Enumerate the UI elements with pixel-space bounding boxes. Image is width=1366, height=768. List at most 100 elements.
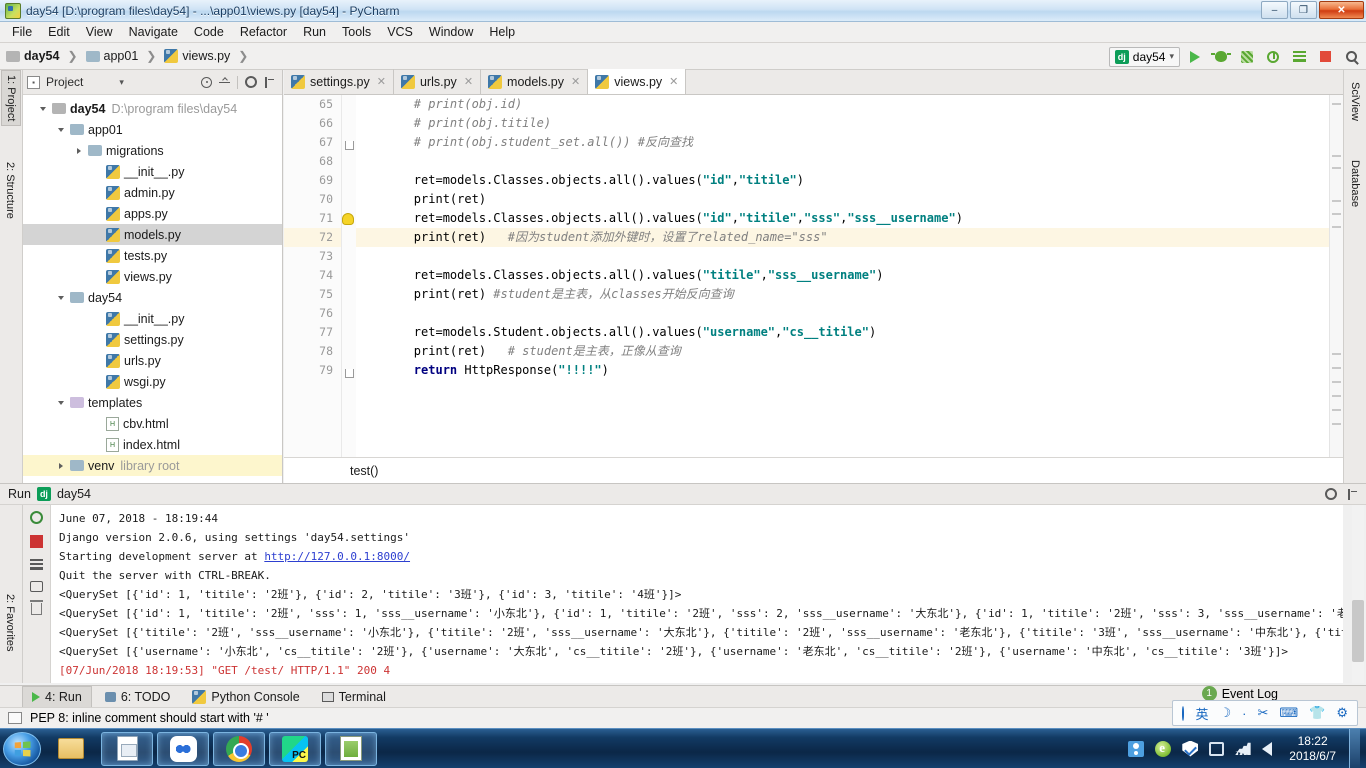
bottom-tab-4run[interactable]: 4: Run	[22, 685, 92, 708]
tree-item-appspy[interactable]: apps.py	[23, 203, 282, 224]
menu-vcs[interactable]: VCS	[379, 23, 421, 41]
ime-moon-icon[interactable]: ☽	[1219, 705, 1231, 721]
ime-toolbar[interactable]: 英 ☽ · ✂ ⌨ 👕 ⚙	[1172, 700, 1358, 726]
menu-help[interactable]: Help	[481, 23, 523, 41]
tree-item-initpy[interactable]: __init__.py	[23, 308, 282, 329]
ime-dot-icon[interactable]: ·	[1242, 706, 1246, 721]
menu-file[interactable]: File	[4, 23, 40, 41]
ie-icon[interactable]	[1155, 740, 1172, 757]
hide-icon[interactable]	[264, 76, 275, 88]
menu-refactor[interactable]: Refactor	[232, 23, 295, 41]
tree-item-cbvhtml[interactable]: Hcbv.html	[23, 413, 282, 434]
ime-skin-icon[interactable]: 👕	[1309, 705, 1325, 721]
rerun-icon[interactable]	[30, 511, 43, 524]
close-icon[interactable]: ✕	[669, 75, 678, 88]
tree-item-indexhtml[interactable]: Hindex.html	[23, 434, 282, 455]
tree-item-app01[interactable]: app01	[23, 119, 282, 140]
target-icon[interactable]	[201, 76, 212, 88]
menu-run[interactable]: Run	[295, 23, 334, 41]
chevron-right-icon[interactable]	[76, 147, 81, 154]
code-line[interactable]: # print(obj.id)	[356, 95, 1343, 114]
tree-item-wsgipy[interactable]: wsgi.py	[23, 371, 282, 392]
code-line[interactable]: print(ret) #因为student添加外键时，设置了related_na…	[356, 228, 1343, 247]
close-icon[interactable]: ✕	[464, 75, 473, 88]
sidebar-tab-database[interactable]: Database	[1346, 156, 1364, 211]
shield-icon[interactable]	[1182, 740, 1199, 757]
tree-item-urlspy[interactable]: urls.py	[23, 350, 282, 371]
tree-item-day54[interactable]: day54 D:\program files\day54	[23, 98, 282, 119]
breadcrumb-item-app01[interactable]: app01	[104, 49, 139, 63]
taskbar-document[interactable]	[101, 731, 153, 766]
tree-item-migrations[interactable]: migrations	[23, 140, 282, 161]
debug-button[interactable]	[1210, 46, 1232, 68]
breadcrumb-item-day54[interactable]: day54	[24, 49, 59, 63]
taskbar-chrome[interactable]	[213, 731, 265, 766]
taskbar-pycharm[interactable]	[269, 731, 321, 766]
editor-tab-viewspy[interactable]: views.py ✕	[588, 69, 687, 94]
code-line[interactable]: ret=models.Student.objects.all().values(…	[356, 323, 1343, 342]
ime-keyboard-icon[interactable]: ⌨	[1279, 705, 1298, 721]
run-console-output[interactable]: June 07, 2018 - 18:19:44 Django version 2…	[51, 505, 1343, 683]
soft-wrap-icon[interactable]	[30, 559, 43, 570]
intention-bulb-icon[interactable]	[342, 213, 354, 225]
chevron-down-icon[interactable]	[57, 127, 64, 132]
bottom-tab-pythonconsole[interactable]: Python Console	[183, 687, 308, 707]
chevron-right-icon[interactable]	[58, 462, 63, 469]
minimize-button[interactable]: –	[1261, 1, 1288, 19]
tree-item-testspy[interactable]: tests.py	[23, 245, 282, 266]
tree-item-settingspy[interactable]: settings.py	[23, 329, 282, 350]
profile-button[interactable]	[1262, 46, 1284, 68]
show-desktop-button[interactable]	[1349, 728, 1360, 768]
editor-tab-settingspy[interactable]: settings.py ✕	[284, 69, 394, 94]
chevron-down-icon[interactable]	[39, 106, 46, 111]
run-button[interactable]	[1184, 46, 1206, 68]
stop-button[interactable]	[1314, 46, 1336, 68]
tree-item-venv[interactable]: venv library root	[23, 455, 282, 476]
fold-marker-icon[interactable]	[345, 369, 354, 378]
code-line[interactable]: ret=models.Classes.objects.all().values(…	[356, 209, 1343, 228]
code-line[interactable]: print(ret) #student是主表，从classes开始反向查询	[356, 285, 1343, 304]
ime-scissors-icon[interactable]: ✂	[1257, 705, 1268, 721]
fold-marker-icon[interactable]	[345, 141, 354, 150]
event-log-button[interactable]: 1 Event Log	[1201, 686, 1278, 701]
volume-icon[interactable]	[1262, 741, 1273, 756]
breadcrumb-item-viewspy[interactable]: views.py	[182, 49, 230, 63]
close-button[interactable]: ✕	[1319, 1, 1364, 19]
print-icon[interactable]	[30, 581, 43, 592]
bottom-tab-terminal[interactable]: Terminal	[313, 687, 395, 707]
taskbar-notepadpp[interactable]	[325, 731, 377, 766]
code-line[interactable]	[356, 304, 1343, 323]
coverage-button[interactable]	[1236, 46, 1258, 68]
sidebar-tab-project[interactable]: 1: Project	[1, 70, 21, 127]
tree-item-templates[interactable]: templates	[23, 392, 282, 413]
sidebar-tab-favorites[interactable]: 2: Favorites	[1, 590, 19, 655]
close-icon[interactable]: ✕	[571, 75, 580, 88]
user-icon[interactable]	[1128, 740, 1145, 757]
menu-window[interactable]: Window	[421, 23, 481, 41]
chevron-down-icon[interactable]: ▾	[119, 77, 124, 88]
bottom-tab-6todo[interactable]: 6: TODO	[96, 687, 180, 707]
taskbar-netdisk[interactable]	[157, 731, 209, 766]
close-icon[interactable]: ✕	[377, 75, 386, 88]
tree-item-adminpy[interactable]: admin.py	[23, 182, 282, 203]
chevron-down-icon[interactable]	[57, 295, 64, 300]
tree-item-initpy[interactable]: __init__.py	[23, 161, 282, 182]
collapse-all-icon[interactable]	[219, 77, 230, 88]
gear-icon[interactable]	[1325, 488, 1337, 500]
code-line[interactable]: print(ret) # student是主表，正像从查询	[356, 342, 1343, 361]
code-line[interactable]: ret=models.Classes.objects.all().values(…	[356, 171, 1343, 190]
chevron-down-icon[interactable]	[57, 400, 64, 405]
code-line[interactable]: print(ret)	[356, 190, 1343, 209]
ime-chinese-mode[interactable]: 英	[1195, 704, 1208, 723]
console-link[interactable]: http://127.0.0.1:8000/	[264, 550, 410, 563]
taskbar-explorer[interactable]	[45, 732, 97, 766]
code-line[interactable]	[356, 152, 1343, 171]
code-line[interactable]: # print(obj.student_set.all()) #反向查找	[356, 133, 1343, 152]
hide-icon[interactable]	[1347, 488, 1358, 500]
signal-icon[interactable]	[1235, 742, 1251, 755]
menu-tools[interactable]: Tools	[334, 23, 379, 41]
editor-tab-modelspy[interactable]: models.py ✕	[481, 69, 589, 94]
menu-edit[interactable]: Edit	[40, 23, 78, 41]
stop-icon[interactable]	[30, 535, 43, 548]
tree-item-viewspy[interactable]: views.py	[23, 266, 282, 287]
